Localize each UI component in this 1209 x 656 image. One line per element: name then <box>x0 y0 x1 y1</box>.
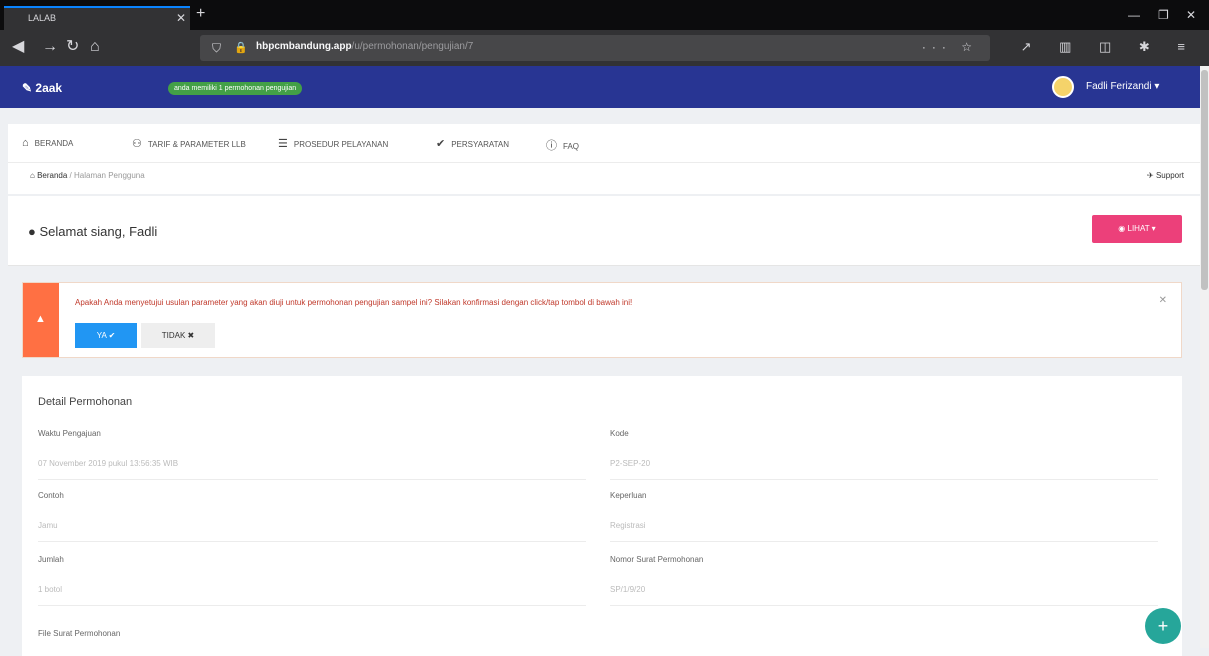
window-close-icon[interactable]: ✕ <box>1186 8 1196 22</box>
breadcrumb: ⌂ Beranda / Halaman Pengguna <box>30 171 145 180</box>
url-text: hbpcmbandung.app/u/permohonan/pengujian/… <box>256 41 473 52</box>
divider <box>38 605 586 606</box>
browser-tab[interactable]: LALAB ✕ <box>4 6 190 30</box>
field-value: 1 botol <box>38 585 63 594</box>
greeting-text: ● Selamat siang, Fadli <box>28 224 158 239</box>
new-tab-icon[interactable]: + <box>196 6 205 22</box>
support-link[interactable]: ✈ Support <box>1147 171 1184 180</box>
field-value: 07 November 2019 pukul 13:56:35 WIB <box>38 459 179 468</box>
field-value: SP/1/9/20 <box>610 585 646 594</box>
yes-button[interactable]: YA ✔ <box>75 323 137 348</box>
divider <box>610 479 1158 480</box>
user-menu[interactable]: Fadli Ferizandi ▾ <box>1086 81 1159 92</box>
lock-icon[interactable]: 🔒 <box>234 39 248 57</box>
notification-badge[interactable]: anda memiliki 1 permohonan pengujian <box>168 82 303 95</box>
main-menu: ⌂ BERANDA ⚇ TARIF & PARAMETER LLB ☰ PROSEDU… <box>8 124 1200 194</box>
field-value: Registrasi <box>610 521 646 530</box>
no-button[interactable]: TIDAK ✖ <box>141 323 215 348</box>
check-icon: ✔ <box>436 138 446 150</box>
detail-card: Detail Permohonan Waktu Pengajuan 07 Nov… <box>22 376 1182 656</box>
lihat-button[interactable]: ◉ LIHAT ▾ <box>1092 215 1182 243</box>
alert-close-icon[interactable]: ✕ <box>1159 295 1167 306</box>
field-label: Kode <box>610 429 629 438</box>
divider <box>38 541 586 542</box>
add-fab-button[interactable]: + <box>1145 608 1181 644</box>
shield-icon[interactable]: ⛉ <box>212 39 221 57</box>
url-bar[interactable]: ⛉ 🔒 hbpcmbandung.app/u/permohonan/penguj… <box>200 35 990 61</box>
maximize-icon[interactable]: ❐ <box>1158 8 1169 22</box>
menu-item-beranda[interactable]: ⌂ BERANDA <box>22 137 73 149</box>
list-icon: ☰ <box>278 138 288 150</box>
url-host: hbpcmbandung.app <box>256 41 352 52</box>
tab-title: LALAB <box>28 13 57 23</box>
url-path: /u/permohonan/pengujian/7 <box>351 41 474 52</box>
minimize-icon[interactable]: — <box>1128 8 1140 22</box>
browser-nav-bar: ◀ → ↻ ⌂ ⛉ 🔒 hbpcmbandung.app/u/permohona… <box>0 30 1209 66</box>
greeting-section: ● Selamat siang, Fadli ◉ LIHAT ▾ <box>8 196 1200 266</box>
menu-item-prosedur[interactable]: ☰ PROSEDUR PELAYANAN <box>278 137 388 150</box>
field-label: Waktu Pengajuan <box>38 429 101 438</box>
field-label: File Surat Permohonan <box>38 629 121 638</box>
divider <box>38 479 586 480</box>
back-icon[interactable]: ◀ <box>12 38 24 56</box>
user-icon: ⚇ <box>132 138 142 150</box>
app-logo[interactable]: ✎ 2aak <box>22 81 62 95</box>
field-value: Jamu <box>38 521 58 530</box>
forward-icon[interactable]: → <box>42 38 58 56</box>
breadcrumb-home[interactable]: ⌂ Beranda <box>30 171 67 180</box>
divider <box>8 162 1200 163</box>
confirmation-alert: ▲ Apakah Anda menyetujui usulan paramete… <box>22 282 1182 358</box>
menu-item-faq[interactable]: ⓘ FAQ <box>546 137 579 153</box>
home-icon[interactable]: ⌂ <box>90 38 100 56</box>
app-header: ✎ 2aak anda memiliki 1 permohonan penguj… <box>0 66 1209 108</box>
warning-icon: ▲ <box>35 313 46 325</box>
toolbar-icons[interactable]: ↗ ▥ ◫ ✱ ≡ <box>1021 39 1197 55</box>
field-label: Nomor Surat Permohonan <box>610 555 704 564</box>
alert-message: Apakah Anda menyetujui usulan parameter … <box>75 298 633 307</box>
page-actions-icon[interactable]: ··· ☆ <box>922 40 978 54</box>
field-label: Jumlah <box>38 555 64 564</box>
reload-icon[interactable]: ↻ <box>66 38 79 56</box>
home-outline-icon: ⌂ <box>22 137 29 149</box>
field-value: P2-SEP-20 <box>610 459 651 468</box>
alert-sidebar: ▲ <box>23 283 59 357</box>
username-label: Fadli Ferizandi <box>1086 81 1152 92</box>
tab-close-icon[interactable]: ✕ <box>176 11 186 25</box>
field-label: Contoh <box>38 491 64 500</box>
card-title: Detail Permohonan <box>38 396 133 408</box>
breadcrumb-current: Halaman Pengguna <box>73 171 145 180</box>
field-label: Keperluan <box>610 491 647 500</box>
menu-item-tarif[interactable]: ⚇ TARIF & PARAMETER LLB <box>132 137 246 150</box>
help-icon: ⓘ <box>546 140 557 152</box>
divider <box>610 541 1158 542</box>
divider <box>610 605 1158 606</box>
browser-tab-bar: LALAB ✕ + — ❐ ✕ <box>0 0 1209 30</box>
menu-item-persyaratan[interactable]: ✔ PERSYARATAN <box>436 137 509 150</box>
avatar[interactable] <box>1052 76 1074 98</box>
scrollbar-thumb[interactable] <box>1201 70 1208 290</box>
